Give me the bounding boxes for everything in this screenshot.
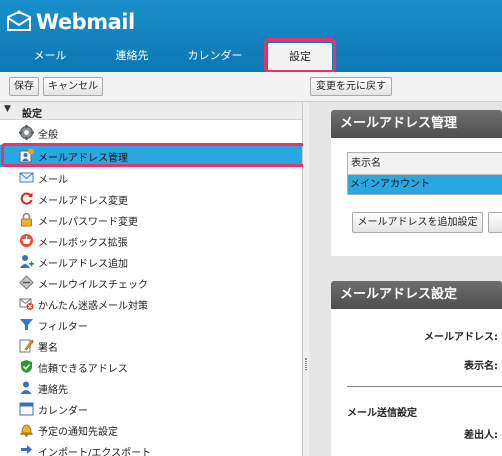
tree-root-settings[interactable]: ▼ 設定 — [0, 102, 302, 120]
tree-item-spam[interactable]: かんたん迷惑メール対策 — [0, 293, 302, 314]
envelope-icon — [19, 170, 34, 185]
gear-icon — [19, 125, 34, 140]
main-tabs: メール 連絡先 カレンダー 設定 — [0, 42, 502, 72]
revert-button[interactable]: 変更を元に戻す — [310, 77, 392, 96]
tree-item-label: 署名 — [38, 343, 58, 354]
tree-item-label: かんたん迷惑メール対策 — [38, 301, 148, 312]
calendar-icon — [19, 401, 34, 416]
tab-calendar[interactable]: カレンダー — [175, 42, 255, 72]
panel-title-address-settings: メールアドレス設定 — [331, 281, 502, 309]
cancel-button[interactable]: キャンセル — [43, 77, 103, 96]
tree-item-calendar[interactable]: カレンダー — [0, 398, 302, 419]
tree-item-address-add[interactable]: メールアドレス追加 — [0, 251, 302, 272]
tree-item-label: メールボックス拡張 — [38, 238, 128, 249]
app-logo[interactable]: Webmail — [6, 9, 135, 35]
tree-item-label: メールウイルスチェック — [38, 280, 148, 291]
bell-icon — [19, 422, 34, 437]
virus-check-icon — [19, 275, 34, 290]
filter-icon — [19, 317, 34, 332]
display-name-label: 表示名: — [464, 361, 498, 372]
tree-item-filter[interactable]: フィルター — [0, 314, 302, 335]
email-address-label: メールアドレス: — [424, 332, 498, 343]
spam-icon — [19, 296, 34, 311]
mailbox-icon — [19, 233, 34, 248]
import-export-icon — [19, 443, 34, 456]
tree-item-notify[interactable]: 予定の通知先設定 — [0, 419, 302, 440]
tree-item-virus-check[interactable]: メールウイルスチェック — [0, 272, 302, 293]
contact-icon — [19, 380, 34, 395]
tree-item-mail[interactable]: メール — [0, 167, 302, 188]
tree-item-general[interactable]: 全般 — [0, 122, 302, 143]
add-user-icon — [19, 254, 34, 269]
lock-icon — [19, 212, 34, 227]
tree-root-label: 設定 — [22, 109, 42, 120]
splitter-grip-icon[interactable] — [305, 358, 307, 370]
tree-item-label: 連絡先 — [38, 385, 68, 396]
tree-item-label: メールアドレス追加 — [38, 259, 128, 270]
tree-item-label: メールアドレス変更 — [38, 196, 128, 207]
sender-label: 差出人: — [464, 430, 498, 441]
app-header: Webmail メール 連絡先 カレンダー 設定 — [0, 0, 502, 72]
tree-item-label: カレンダー — [38, 406, 88, 417]
tree-item-label: 信頼できるアドレス — [38, 364, 128, 375]
tree-item-label: インポート/エクスポート — [38, 448, 152, 456]
column-header-display-name[interactable]: 表示名 — [348, 153, 502, 175]
refresh-icon — [19, 191, 34, 206]
save-button[interactable]: 保存 — [9, 77, 39, 96]
panel-title-address-manage: メールアドレス管理 — [331, 110, 502, 138]
table-row[interactable]: メインアカウント — [348, 175, 502, 194]
settings-tab-highlight — [264, 38, 336, 73]
tree-item-contacts[interactable]: 連絡先 — [0, 377, 302, 398]
tree-item-label: 予定の通知先設定 — [38, 427, 118, 438]
tree-item-password-change[interactable]: メールパスワード変更 — [0, 209, 302, 230]
tab-contacts[interactable]: 連絡先 — [92, 42, 172, 72]
tree-item-signature[interactable]: 署名 — [0, 335, 302, 356]
address-table: 表示名 メインアカウント — [347, 152, 502, 195]
tree-item-label: フィルター — [38, 322, 88, 333]
second-action-button[interactable] — [488, 212, 502, 233]
expand-arrow-icon[interactable]: ▼ — [4, 104, 11, 114]
add-address-button[interactable]: メールアドレスを追加設定 — [352, 212, 483, 233]
toolbar: 保存 キャンセル 変更を元に戻す — [0, 72, 502, 102]
shield-icon — [19, 359, 34, 374]
section-divider — [347, 386, 502, 387]
signature-icon — [19, 338, 34, 353]
tree-item-import-export[interactable]: インポート/エクスポート — [0, 440, 302, 456]
send-settings-heading: メール送信設定 — [347, 408, 417, 419]
tree-item-mailbox-expand[interactable]: メールボックス拡張 — [0, 230, 302, 251]
tree-item-label: メール — [38, 175, 68, 186]
tab-mail[interactable]: メール — [10, 42, 90, 72]
app-title: Webmail — [36, 10, 135, 34]
tree-item-address-change[interactable]: メールアドレス変更 — [0, 188, 302, 209]
webmail-logo-icon — [6, 10, 32, 34]
tree-item-label: 全般 — [38, 130, 58, 141]
selected-item-highlight — [1, 143, 306, 167]
tree-item-label: メールパスワード変更 — [38, 217, 138, 228]
tree-item-trusted[interactable]: 信頼できるアドレス — [0, 356, 302, 377]
